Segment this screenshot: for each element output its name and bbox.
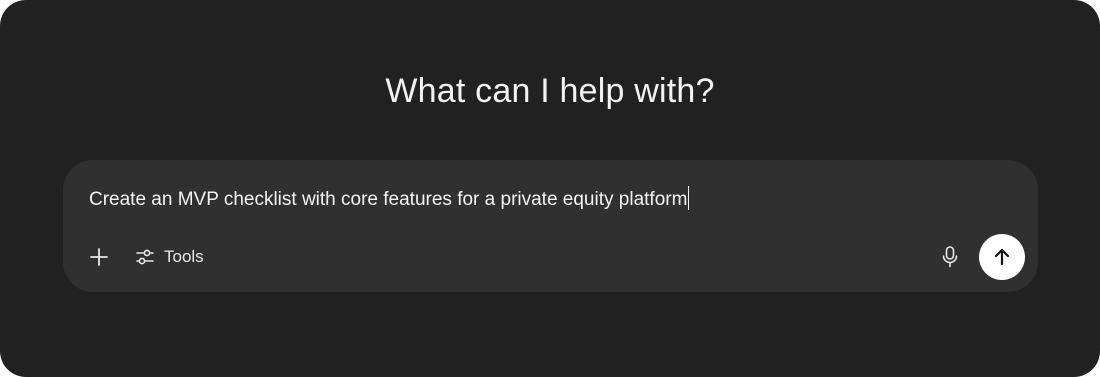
plus-icon: [90, 248, 108, 266]
microphone-icon: [942, 246, 958, 268]
page-title: What can I help with?: [385, 72, 715, 110]
tools-label: Tools: [164, 247, 204, 266]
add-attachment-button[interactable]: [85, 243, 113, 271]
tools-button[interactable]: Tools: [134, 243, 204, 271]
arrow-up-icon: [994, 248, 1010, 266]
text-cursor: [688, 186, 690, 210]
prompt-input[interactable]: Create an MVP checklist with core featur…: [89, 186, 690, 211]
chat-window: What can I help with? Create an MVP chec…: [0, 0, 1100, 377]
voice-input-button[interactable]: [936, 243, 964, 271]
prompt-input-value[interactable]: Create an MVP checklist with core featur…: [89, 189, 687, 210]
prompt-composer[interactable]: Create an MVP checklist with core featur…: [63, 160, 1038, 292]
sliders-icon: [136, 249, 154, 265]
send-button[interactable]: [979, 234, 1025, 280]
